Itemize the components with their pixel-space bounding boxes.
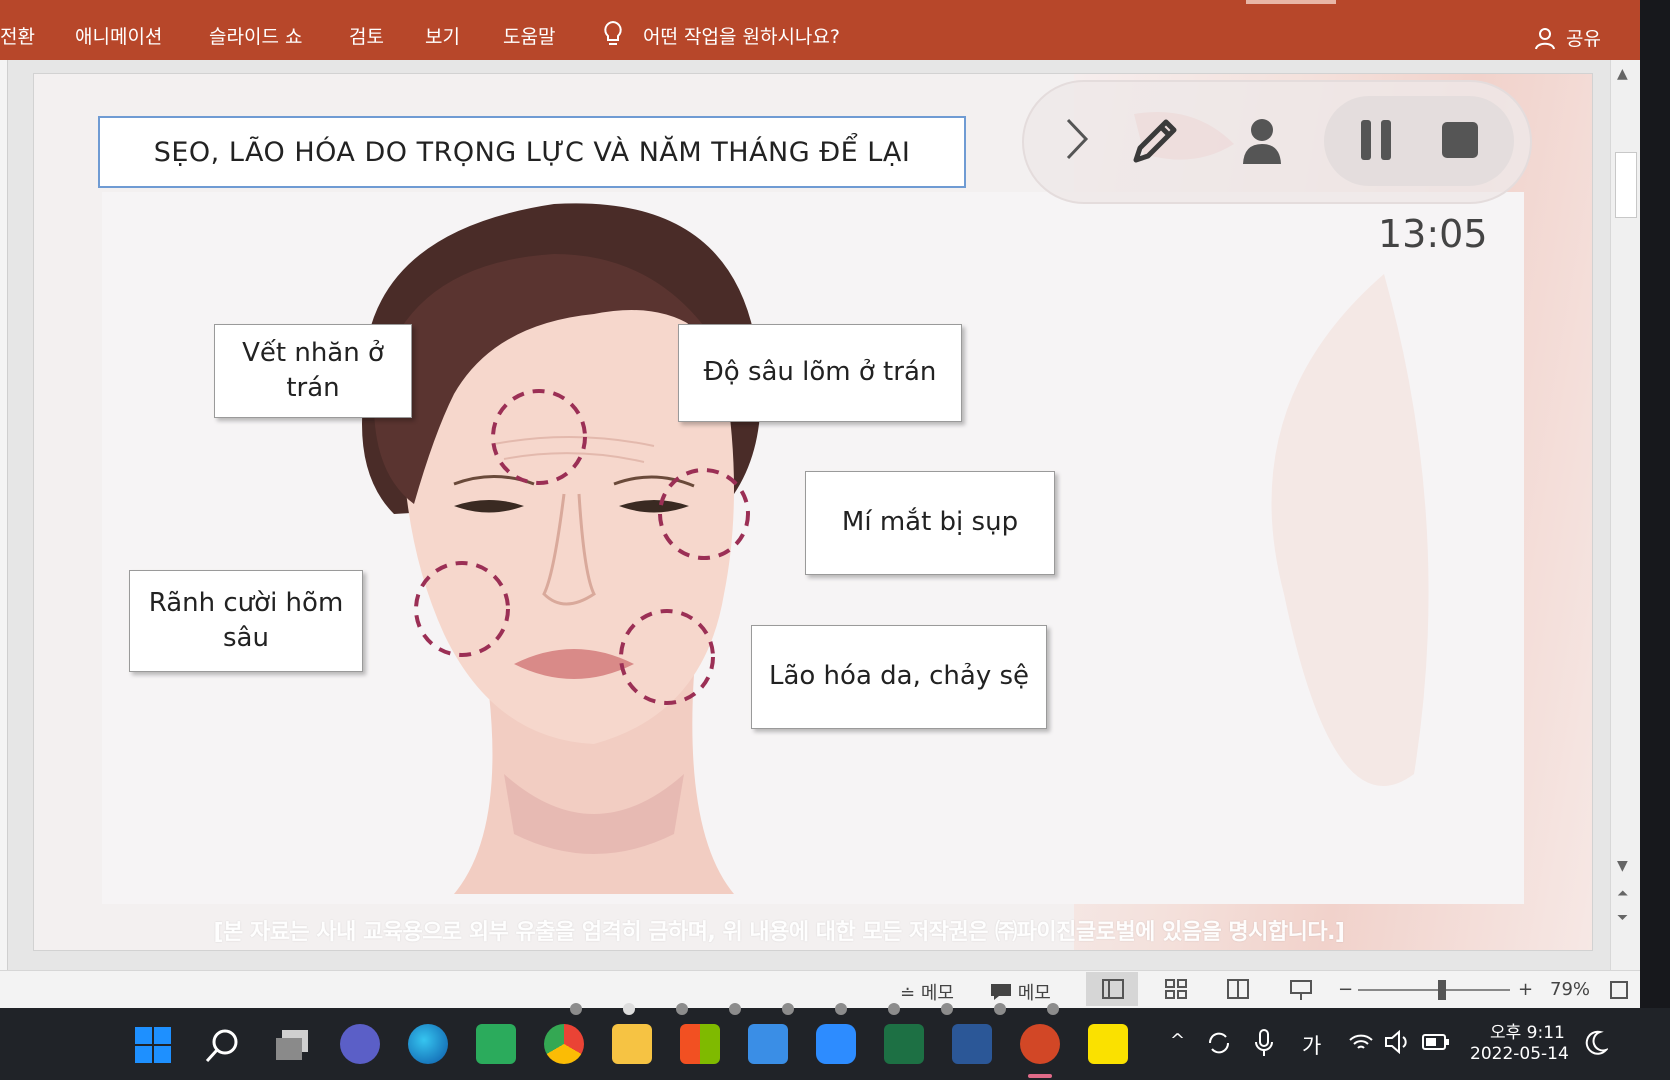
- ime-indicator[interactable]: 가: [1302, 1030, 1321, 1060]
- slideshow-view-icon[interactable]: [1290, 979, 1312, 1001]
- chevron-right-icon[interactable]: [1062, 116, 1092, 162]
- slide-title: SẸO, LÃO HÓA DO TRỌNG LỰC VÀ NĂM THÁNG Đ…: [98, 116, 966, 188]
- copyright-disclaimer: [본 자료는 사내 교육용으로 외부 유출을 엄격히 금하며, 위 내용에 대한…: [213, 920, 1345, 945]
- zoom-icon[interactable]: [816, 1024, 856, 1064]
- active-app-indicator: [1028, 1074, 1052, 1078]
- pause-icon[interactable]: [1358, 118, 1394, 162]
- clock-date[interactable]: 2022-05-14: [1470, 1044, 1569, 1064]
- zoom-out-button[interactable]: −: [1338, 979, 1353, 1000]
- tab-review[interactable]: 검토: [349, 22, 384, 49]
- comments-toggle[interactable]: 메모: [990, 979, 1051, 1005]
- excel-icon[interactable]: [884, 1024, 924, 1064]
- comments-label: 메모: [1017, 983, 1051, 1004]
- chrome-icon[interactable]: [544, 1024, 584, 1064]
- vertical-scrollbar[interactable]: ▲ ▼ ⏶ ⏷: [1610, 60, 1640, 970]
- reading-view-icon[interactable]: [1227, 979, 1249, 999]
- zoom-slider-thumb[interactable]: [1437, 980, 1446, 1000]
- zoom-in-button[interactable]: +: [1518, 979, 1533, 1000]
- powerpoint-icon[interactable]: [1020, 1024, 1060, 1064]
- stop-icon[interactable]: [1440, 120, 1480, 160]
- pagination-dot: [941, 1003, 953, 1015]
- previous-slide-icon[interactable]: ⏶: [1617, 886, 1628, 902]
- timer-controls-group: [1324, 96, 1514, 186]
- pagination-dot: [782, 1003, 794, 1015]
- fit-to-window-icon[interactable]: [1610, 981, 1628, 999]
- scroll-up-icon[interactable]: ▲: [1617, 66, 1628, 82]
- pagination-dot: [994, 1003, 1006, 1015]
- pagination-dot: [623, 1003, 635, 1015]
- teams-icon[interactable]: [340, 1024, 380, 1064]
- tab-slideshow[interactable]: 슬라이드 쇼: [209, 22, 302, 49]
- start-icon[interactable]: [134, 1026, 172, 1064]
- wifi-icon[interactable]: [1348, 1032, 1374, 1054]
- pagination-dot: [676, 1003, 688, 1015]
- pagination-dot: [835, 1003, 847, 1015]
- tab-help[interactable]: 도움말: [503, 22, 555, 49]
- pagination-dot: [1047, 1003, 1059, 1015]
- next-slide-icon[interactable]: ⏷: [1617, 910, 1628, 926]
- kakaotalk-icon[interactable]: [1088, 1024, 1128, 1064]
- zoom-slider[interactable]: [1358, 989, 1510, 991]
- label-eyelid: Mí mắt bị sụp: [805, 471, 1055, 575]
- pagination-dot: [888, 1003, 900, 1015]
- pagination-dot: [729, 1003, 741, 1015]
- clock-time[interactable]: 오후 9:11: [1490, 1018, 1565, 1043]
- label-sagging: Lão hóa da, chảy sệ: [751, 625, 1047, 729]
- tell-me-search[interactable]: 어떤 작업을 원하시나요?: [643, 22, 840, 49]
- mail-icon[interactable]: [748, 1024, 788, 1064]
- window-edge: [1640, 0, 1670, 1008]
- lightbulb-icon: [604, 20, 622, 45]
- tab-view[interactable]: 보기: [425, 22, 460, 49]
- battery-icon[interactable]: [1422, 1032, 1450, 1052]
- volume-icon[interactable]: [1384, 1030, 1412, 1054]
- notes-label: 메모: [920, 983, 954, 1004]
- store-icon[interactable]: [680, 1024, 720, 1064]
- tab-animations[interactable]: 애니메이션: [75, 22, 162, 49]
- label-forehead-depth: Độ sâu lõm ở trán: [678, 324, 962, 422]
- ribbon: 전환 애니메이션 슬라이드 쇼 검토 보기 도움말 어떤 작업을 원하시나요? …: [0, 0, 1640, 60]
- taskbar: ^ 가 오후 9:11 2022-05-14: [0, 1008, 1670, 1080]
- pen-icon[interactable]: [1128, 112, 1184, 168]
- label-smile-lines: Rãnh cười hõm sâu: [129, 570, 363, 672]
- share-label: 공유: [1566, 28, 1601, 50]
- thumbnail-pane-edge: [0, 60, 8, 970]
- person-icon[interactable]: [1240, 116, 1284, 166]
- tab-transitions[interactable]: 전환: [0, 22, 35, 49]
- microphone-icon[interactable]: [1254, 1028, 1274, 1058]
- normal-view-icon[interactable]: [1102, 979, 1124, 999]
- slide-canvas[interactable]: SẸO, LÃO HÓA DO TRỌNG LỰC VÀ NĂM THÁNG Đ…: [33, 73, 1593, 951]
- word-icon[interactable]: [952, 1024, 992, 1064]
- moon-icon[interactable]: [1584, 1030, 1608, 1056]
- slide-sorter-icon[interactable]: [1165, 979, 1187, 999]
- scrollbar-thumb[interactable]: [1615, 152, 1637, 218]
- label-forehead-wrinkles: Vết nhăn ở trán: [214, 324, 412, 418]
- sync-app-icon[interactable]: [476, 1024, 516, 1064]
- comment-icon: [991, 984, 1011, 1000]
- task-view-icon[interactable]: [272, 1026, 312, 1064]
- presentation-timer: 13:05: [1378, 212, 1488, 256]
- zoom-level[interactable]: 79%: [1550, 979, 1590, 1000]
- ribbon-indicator: [1246, 0, 1336, 4]
- edge-icon[interactable]: [408, 1024, 448, 1064]
- status-bar: ≐ 메모 메모 − + 79%: [0, 970, 1640, 1008]
- scroll-down-icon[interactable]: ▼: [1617, 858, 1628, 874]
- search-icon[interactable]: [204, 1026, 242, 1064]
- notes-toggle[interactable]: ≐ 메모: [900, 979, 954, 1005]
- pagination-dot: [570, 1003, 582, 1015]
- file-explorer-icon[interactable]: [612, 1024, 652, 1064]
- person-icon: [1535, 28, 1555, 50]
- sync-icon[interactable]: [1206, 1030, 1232, 1056]
- chevron-up-icon[interactable]: ^: [1170, 1030, 1185, 1051]
